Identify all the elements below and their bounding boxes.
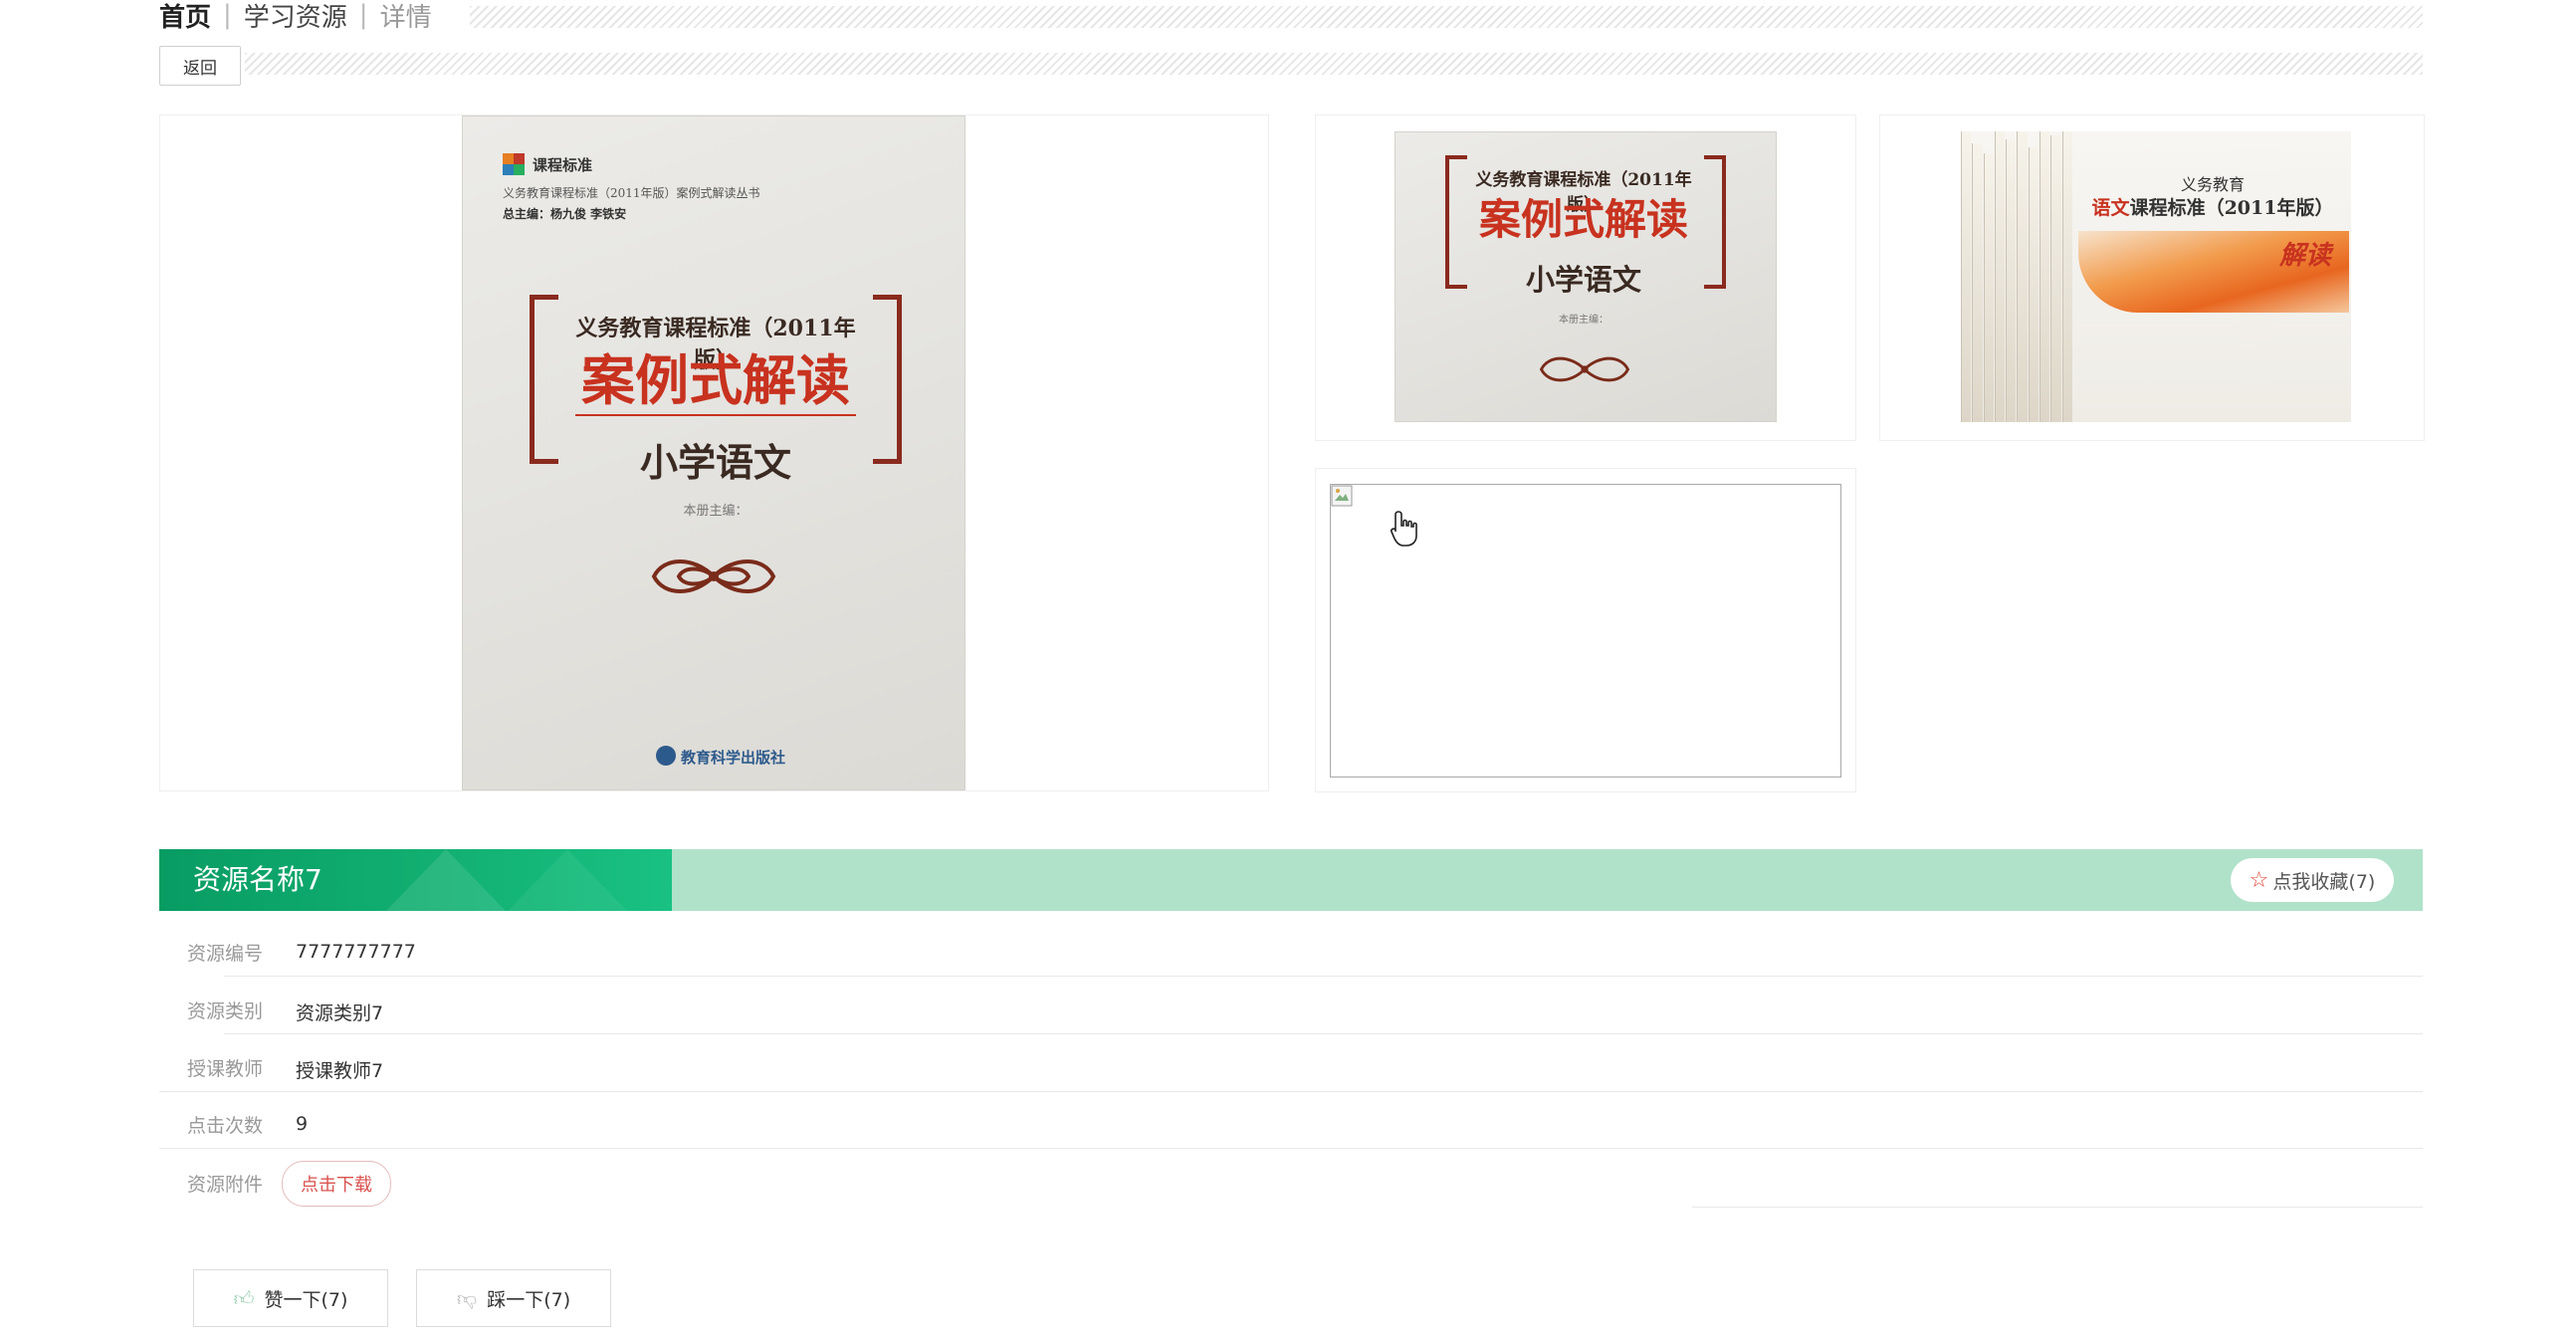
thumb2-title: 语文课程标准（2011年版）	[2078, 193, 2347, 220]
cover-big-title: 案例式解读	[581, 348, 850, 412]
cover-ornament-icon	[651, 559, 776, 593]
like-label: 赞一下(7)	[264, 1288, 348, 1311]
thumb1-editor: 本册主编：	[1559, 315, 1609, 326]
breadcrumb-home[interactable]: 首页	[159, 0, 211, 34]
favorite-label: 点我收藏(7)	[2272, 870, 2376, 893]
star-icon: ☆	[2249, 867, 2269, 893]
resource-title: 资源名称7	[193, 863, 322, 896]
series-logo-icon	[503, 153, 525, 175]
thumbs-up-icon: 👍︎	[233, 1285, 255, 1310]
cover-subject: 小学语文	[639, 440, 791, 485]
detail-label-category: 资源类别	[187, 1001, 264, 1022]
breadcrumb-separator: |	[223, 0, 232, 30]
thumb1-big-title: 案例式解读	[1478, 195, 1688, 244]
toolbar-divider	[245, 53, 2423, 75]
row-divider	[1692, 1207, 2423, 1208]
thumb1-bracket-right	[1704, 155, 1726, 289]
dislike-button[interactable]: 👎︎ 踩一下(7)	[416, 1269, 611, 1327]
chief-editors: 总主编：杨九俊 李铁安	[503, 207, 627, 221]
row-divider	[159, 1091, 2423, 1092]
detail-value-category: 资源类别7	[296, 1003, 384, 1024]
thumb2-header: 义务教育	[2180, 175, 2245, 194]
detail-value-id: 7777777777	[296, 941, 416, 963]
favorite-button[interactable]: ☆ 点我收藏(7)	[2231, 858, 2394, 902]
series-line: 义务教育课程标准（2011年版）案例式解读丛书	[503, 186, 760, 200]
breadcrumb-separator: |	[358, 0, 368, 30]
detail-value-clicks: 9	[296, 1113, 309, 1135]
thumb2-title-rest: 课程标准（2011年版）	[2129, 197, 2334, 219]
dislike-label: 踩一下(7)	[487, 1288, 571, 1311]
cover-editor: 本册主编：	[683, 504, 749, 519]
series-name: 课程标准	[533, 156, 593, 174]
hand-cursor-icon	[1391, 511, 1417, 547]
thumb2-word: 解读	[2279, 241, 2332, 271]
detail-value-teacher: 授课教师7	[296, 1060, 384, 1082]
detail-label-attachment: 资源附件	[187, 1174, 264, 1196]
detail-label-teacher: 授课教师	[187, 1058, 264, 1080]
detail-label-clicks: 点击次数	[187, 1115, 264, 1137]
row-divider	[159, 1148, 2423, 1149]
broken-image-icon	[1331, 485, 1353, 507]
breadcrumb: 首页 | 学习资源 | 详情	[159, 0, 432, 36]
thumb1-subject: 小学语文	[1525, 263, 1641, 297]
publisher-logo-icon	[656, 746, 676, 766]
breadcrumb-current: 详情	[379, 2, 432, 33]
publisher-name: 教育科学出版社	[681, 749, 786, 767]
detail-label-id: 资源编号	[187, 943, 264, 965]
thumb2-title-accent: 语文	[2091, 197, 2130, 219]
cover-bracket-right	[873, 295, 902, 464]
thumb1-ornament-icon	[1539, 356, 1630, 382]
row-divider	[224, 976, 2423, 977]
cover-rule	[575, 414, 856, 416]
breadcrumb-divider	[470, 6, 2423, 28]
thumbs-down-icon: 👎︎	[456, 1285, 478, 1310]
breadcrumb-resources[interactable]: 学习资源	[244, 0, 347, 34]
row-divider	[224, 1033, 2423, 1034]
like-button[interactable]: 👍︎ 赞一下(7)	[193, 1269, 388, 1327]
download-button[interactable]: 点击下载	[282, 1161, 391, 1207]
back-button[interactable]: 返回	[159, 46, 241, 86]
cover-bracket-left	[530, 295, 558, 464]
book-spines	[1961, 131, 2072, 422]
